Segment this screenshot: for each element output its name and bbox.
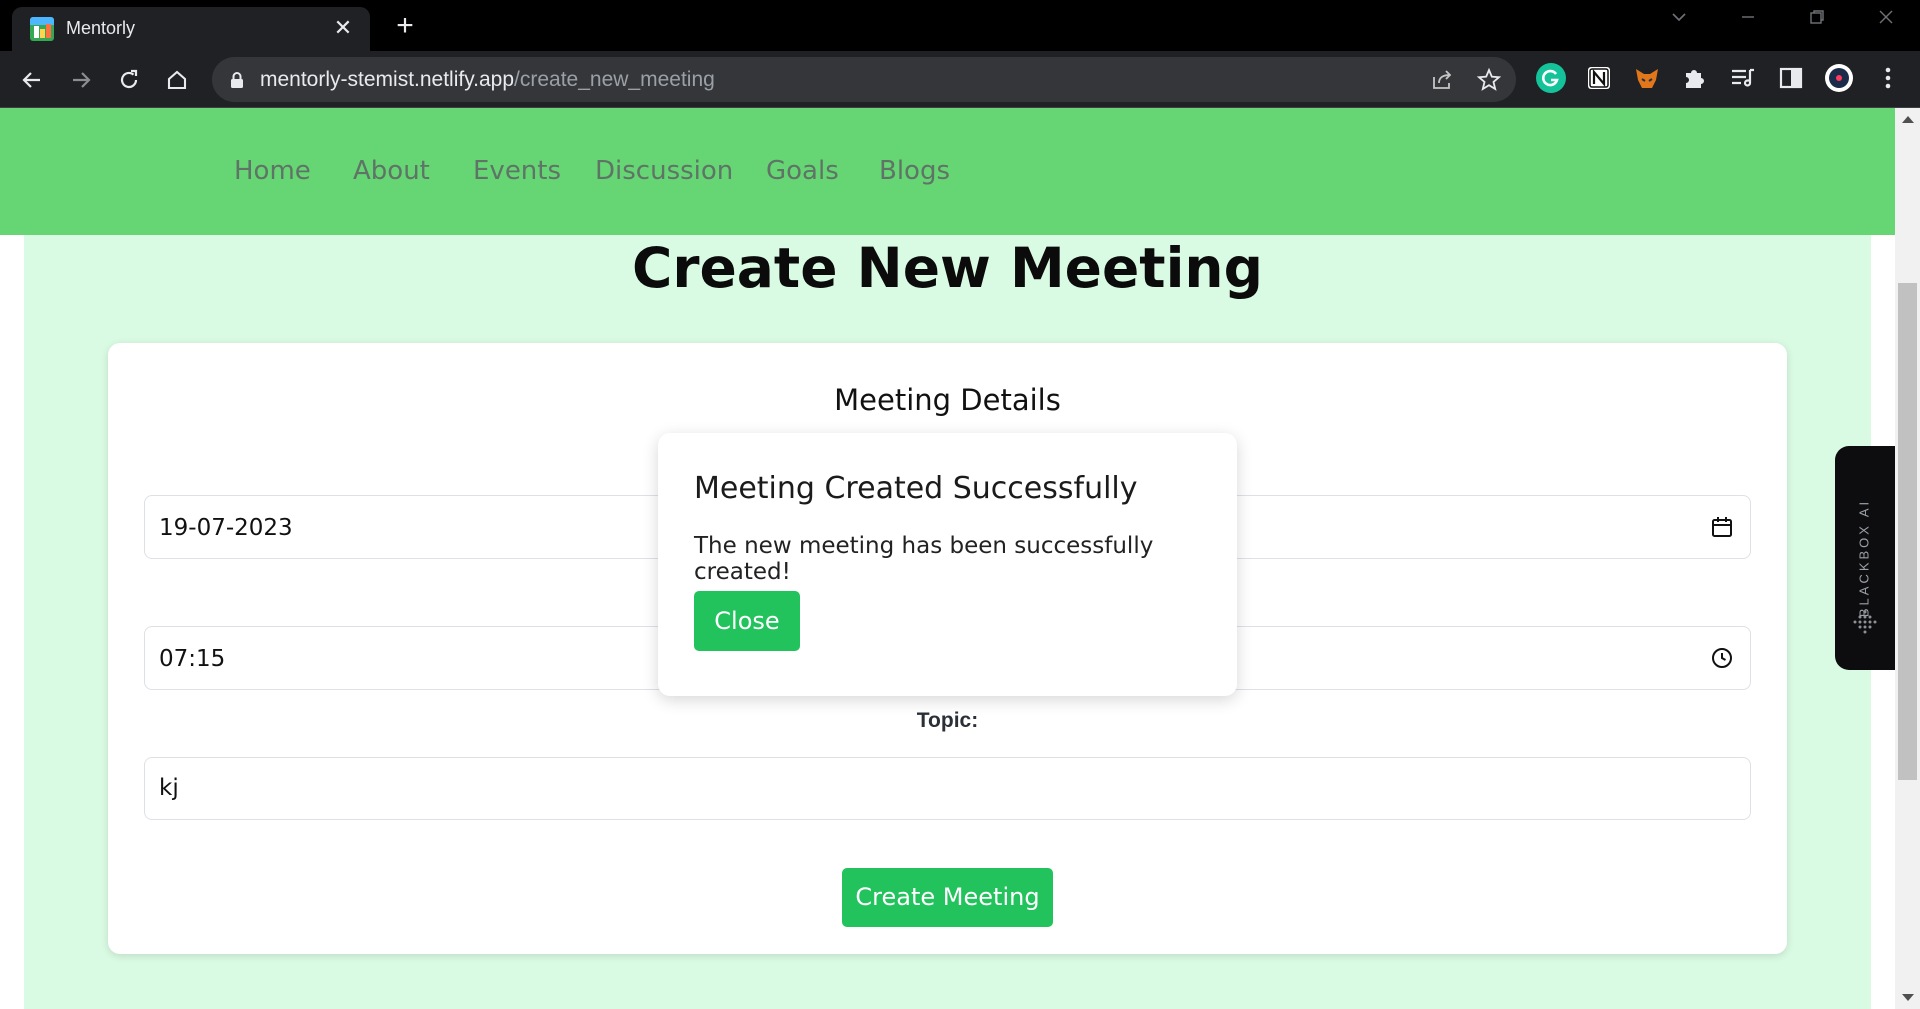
nav-home[interactable]: Home [234,156,311,186]
modal-message: The new meeting has been successfully cr… [694,533,1154,585]
topic-label: Topic: [916,709,979,732]
address-bar[interactable]: mentorly-stemist.netlify.app/create_new_… [212,57,1516,102]
blackbox-ai-label: BLACKBOX AI [1856,498,1872,618]
browser-titlebar: Mentorly ✕ + [0,0,1920,51]
menu-kebab-icon[interactable] [1873,63,1903,93]
scroll-down-arrow-icon[interactable] [1902,994,1914,1001]
media-queue-icon[interactable] [1728,63,1758,93]
nav-goals[interactable]: Goals [766,156,839,186]
nav-about[interactable]: About [353,156,430,186]
nav-blogs[interactable]: Blogs [879,156,950,186]
blackbox-dots-icon [1850,609,1880,639]
meeting-details-heading: Meeting Details [834,383,1061,417]
browser-tab[interactable]: Mentorly ✕ [12,7,370,51]
profile-avatar[interactable] [1824,63,1854,93]
new-tab-button[interactable]: + [388,10,422,44]
url-text[interactable]: mentorly-stemist.netlify.app/create_new_… [260,68,715,92]
site-navbar: Home About Events Discussion Goals Blogs [0,108,1895,235]
close-window-icon[interactable] [1864,8,1908,36]
page-viewport: Home About Events Discussion Goals Blogs… [0,108,1895,1009]
nav-discussion[interactable]: Discussion [595,156,733,186]
reload-icon[interactable] [111,62,147,98]
mentorly-favicon-icon [30,17,54,41]
restore-icon[interactable] [1795,8,1839,36]
extensions-puzzle-icon[interactable] [1680,63,1710,93]
grammarly-icon[interactable] [1536,63,1566,93]
metamask-fox-icon[interactable] [1632,63,1662,93]
browser-toolbar: mentorly-stemist.netlify.app/create_new_… [0,51,1920,108]
calendar-icon[interactable] [1710,515,1734,544]
tab-search-icon[interactable] [1657,8,1701,36]
blackbox-ai-widget[interactable]: BLACKBOX AI [1835,446,1895,670]
page-title: Create New Meeting [632,236,1263,300]
back-icon[interactable] [14,62,50,98]
page-scrollbar[interactable] [1895,108,1920,1009]
nav-events[interactable]: Events [473,156,561,186]
tab-title: Mentorly [66,18,136,38]
scroll-up-arrow-icon[interactable] [1902,116,1914,123]
notion-icon[interactable] [1584,63,1614,93]
share-icon[interactable] [1429,67,1455,93]
modal-close-button[interactable]: Close [694,591,800,651]
bookmark-star-icon[interactable] [1476,67,1502,93]
topic-input[interactable]: kj [144,757,1751,820]
home-icon[interactable] [159,62,195,98]
clock-icon[interactable] [1710,646,1734,675]
modal-title: Meeting Created Successfully [694,471,1138,506]
tab-close-icon[interactable]: ✕ [330,15,356,41]
forward-icon[interactable] [63,62,99,98]
minimize-icon[interactable] [1726,8,1770,36]
topic-value: kj [159,775,179,801]
scroll-thumb[interactable] [1898,283,1917,780]
date-value: 19-07-2023 [159,515,293,541]
lock-icon[interactable] [230,71,244,94]
time-value: 07:15 [159,646,226,672]
success-modal: Meeting Created Successfully The new mee… [658,433,1237,696]
create-meeting-button[interactable]: Create Meeting [842,868,1053,927]
side-panel-icon[interactable] [1776,63,1806,93]
